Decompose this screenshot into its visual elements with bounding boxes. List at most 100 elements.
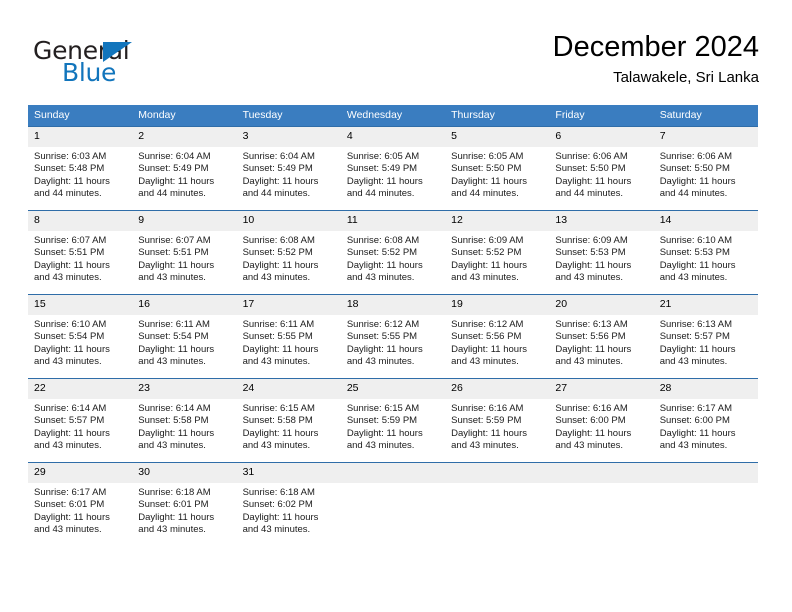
- day-cell-inner: 22 Sunrise: 6:14 AM Sunset: 5:57 PM Dayligh…: [28, 379, 133, 462]
- day-cell-inner: 4 Sunrise: 6:05 AM Sunset: 5:49 PM Daylight…: [340, 127, 446, 210]
- day-details: Sunrise: 6:06 AM Sunset: 5:50 PM Daylight:…: [654, 147, 758, 201]
- calendar-day-cell[interactable]: 24 Sunrise: 6:15 AM Sunset: 5:58 PM Dayligh…: [236, 378, 341, 463]
- sunrise-text: Sunrise: 6:10 AM: [34, 319, 107, 330]
- daylight-text-line1: Daylight: 11 hours: [242, 511, 319, 523]
- daylight-text-line2: and 43 minutes.: [346, 272, 415, 284]
- sunrise-text: Sunrise: 6:15 AM: [346, 403, 420, 414]
- calendar-day-cell[interactable]: 29 Sunrise: 6:17 AM Sunset: 6:01 PM Dayligh…: [28, 462, 133, 546]
- calendar-day-cell[interactable]: 28 Sunrise: 6:17 AM Sunset: 6:00 PM Dayligh…: [653, 378, 758, 463]
- calendar-day-cell[interactable]: 12 Sunrise: 6:09 AM Sunset: 5:52 PM Dayligh…: [445, 210, 550, 295]
- sunrise-text: Sunrise: 6:14 AM: [138, 403, 211, 414]
- sunrise-text: Sunrise: 6:05 AM: [451, 151, 524, 162]
- calendar-body: 1 Sunrise: 6:03 AM Sunset: 5:48 PM Daylight…: [28, 126, 758, 546]
- daylight-text-line2: and 43 minutes.: [34, 272, 102, 284]
- daylight-text-line2: and 43 minutes.: [34, 524, 102, 536]
- sunset-text: Sunset: 5:56 PM: [451, 331, 522, 343]
- day-details: Sunrise: 6:05 AM Sunset: 5:49 PM Daylight:…: [341, 147, 445, 201]
- sunrise-text: Sunrise: 6:04 AM: [138, 151, 211, 162]
- day-number: 23: [132, 379, 237, 399]
- day-number: 2: [132, 127, 237, 147]
- day-cell-inner: [549, 463, 654, 546]
- day-number: 29: [28, 463, 133, 483]
- calendar-day-cell[interactable]: 4 Sunrise: 6:05 AM Sunset: 5:49 PM Daylight…: [340, 126, 446, 211]
- daylight-text-line2: and 43 minutes.: [346, 440, 415, 452]
- sunrise-text: Sunrise: 6:04 AM: [242, 151, 315, 162]
- day-cell-inner: 11 Sunrise: 6:08 AM Sunset: 5:52 PM Dayligh…: [340, 211, 446, 294]
- day-cell-inner: 7 Sunrise: 6:06 AM Sunset: 5:50 PM Daylight…: [653, 127, 758, 210]
- calendar-day-cell[interactable]: 25 Sunrise: 6:15 AM Sunset: 5:59 PM Dayligh…: [340, 378, 446, 463]
- day-details: Sunrise: 6:14 AM Sunset: 5:58 PM Daylight:…: [132, 399, 236, 453]
- day-details: Sunrise: 6:18 AM Sunset: 6:02 PM Daylight:…: [237, 483, 341, 537]
- day-cell-inner: 26 Sunrise: 6:16 AM Sunset: 5:59 PM Dayligh…: [445, 379, 550, 462]
- day-number: 27: [549, 379, 654, 399]
- daylight-text-line1: Daylight: 11 hours: [659, 427, 736, 439]
- calendar-day-cell[interactable]: 8 Sunrise: 6:07 AM Sunset: 5:51 PM Daylight…: [28, 210, 133, 295]
- day-number: 18: [340, 295, 446, 315]
- calendar-day-cell-empty: [445, 462, 550, 546]
- calendar-day-cell[interactable]: 27 Sunrise: 6:16 AM Sunset: 6:00 PM Dayligh…: [549, 378, 654, 463]
- day-details: Sunrise: 6:13 AM Sunset: 5:57 PM Daylight:…: [654, 315, 758, 369]
- calendar-day-cell[interactable]: 14 Sunrise: 6:10 AM Sunset: 5:53 PM Dayligh…: [653, 210, 758, 295]
- calendar-day-cell[interactable]: 9 Sunrise: 6:07 AM Sunset: 5:51 PM Daylight…: [132, 210, 237, 295]
- calendar-day-cell[interactable]: 1 Sunrise: 6:03 AM Sunset: 5:48 PM Daylight…: [28, 126, 133, 211]
- sunset-text: Sunset: 5:51 PM: [34, 247, 105, 259]
- calendar-day-cell[interactable]: 10 Sunrise: 6:08 AM Sunset: 5:52 PM Dayligh…: [236, 210, 341, 295]
- calendar-day-cell[interactable]: 22 Sunrise: 6:14 AM Sunset: 5:57 PM Dayligh…: [28, 378, 133, 463]
- title-block: December 2024 Talawakele, Sri Lanka: [553, 30, 759, 89]
- calendar-day-cell[interactable]: 21 Sunrise: 6:13 AM Sunset: 5:57 PM Dayligh…: [653, 294, 758, 379]
- day-cell-inner: [340, 463, 446, 546]
- calendar-day-cell[interactable]: 13 Sunrise: 6:09 AM Sunset: 5:53 PM Dayligh…: [549, 210, 654, 295]
- calendar-day-cell[interactable]: 11 Sunrise: 6:08 AM Sunset: 5:52 PM Dayligh…: [340, 210, 446, 295]
- sunrise-text: Sunrise: 6:12 AM: [451, 319, 524, 330]
- calendar-day-cell[interactable]: 19 Sunrise: 6:12 AM Sunset: 5:56 PM Dayligh…: [445, 294, 550, 379]
- day-cell-inner: 27 Sunrise: 6:16 AM Sunset: 6:00 PM Dayligh…: [549, 379, 654, 462]
- calendar-day-cell[interactable]: 23 Sunrise: 6:14 AM Sunset: 5:58 PM Dayligh…: [132, 378, 237, 463]
- daylight-text-line2: and 43 minutes.: [138, 524, 206, 536]
- sunset-text: Sunset: 5:58 PM: [242, 415, 313, 427]
- daylight-text-line2: and 43 minutes.: [346, 356, 415, 368]
- sunset-text: Sunset: 5:53 PM: [555, 247, 626, 259]
- calendar-day-cell[interactable]: 6 Sunrise: 6:06 AM Sunset: 5:50 PM Daylight…: [549, 126, 654, 211]
- calendar-day-cell[interactable]: 31 Sunrise: 6:18 AM Sunset: 6:02 PM Dayligh…: [236, 462, 341, 546]
- calendar-week-row: 15 Sunrise: 6:10 AM Sunset: 5:54 PM Dayligh…: [28, 294, 758, 379]
- sunset-text: Sunset: 5:49 PM: [242, 163, 313, 175]
- daylight-text-line1: Daylight: 11 hours: [138, 343, 215, 355]
- sunset-text: Sunset: 6:01 PM: [34, 499, 105, 511]
- day-number: 5: [445, 127, 550, 147]
- daylight-text-line2: and 43 minutes.: [34, 440, 102, 452]
- day-details: Sunrise: 6:12 AM Sunset: 5:56 PM Daylight:…: [445, 315, 549, 369]
- day-details: Sunrise: 6:09 AM Sunset: 5:53 PM Daylight:…: [549, 231, 653, 285]
- day-cell-inner: 31 Sunrise: 6:18 AM Sunset: 6:02 PM Dayligh…: [236, 463, 341, 546]
- sunrise-text: Sunrise: 6:06 AM: [555, 151, 628, 162]
- calendar-day-cell[interactable]: 5 Sunrise: 6:05 AM Sunset: 5:50 PM Daylight…: [445, 126, 550, 211]
- weekday-header-friday: Friday: [549, 105, 654, 127]
- daylight-text-line1: Daylight: 11 hours: [34, 343, 110, 355]
- daylight-text-line2: and 43 minutes.: [555, 356, 624, 368]
- sunrise-text: Sunrise: 6:08 AM: [346, 235, 420, 246]
- calendar-day-cell[interactable]: 3 Sunrise: 6:04 AM Sunset: 5:49 PM Daylight…: [236, 126, 341, 211]
- daylight-text-line1: Daylight: 11 hours: [34, 175, 110, 187]
- day-cell-inner: 13 Sunrise: 6:09 AM Sunset: 5:53 PM Dayligh…: [549, 211, 654, 294]
- calendar-day-cell[interactable]: 20 Sunrise: 6:13 AM Sunset: 5:56 PM Dayligh…: [549, 294, 654, 379]
- daylight-text-line1: Daylight: 11 hours: [242, 175, 319, 187]
- daylight-text-line2: and 44 minutes.: [242, 188, 311, 200]
- day-details: Sunrise: 6:05 AM Sunset: 5:50 PM Daylight:…: [445, 147, 549, 201]
- daylight-text-line1: Daylight: 11 hours: [451, 259, 527, 271]
- day-details: Sunrise: 6:15 AM Sunset: 5:58 PM Daylight:…: [237, 399, 341, 453]
- day-cell-inner: 24 Sunrise: 6:15 AM Sunset: 5:58 PM Dayligh…: [236, 379, 341, 462]
- calendar-day-cell[interactable]: 2 Sunrise: 6:04 AM Sunset: 5:49 PM Daylight…: [132, 126, 237, 211]
- calendar-day-cell[interactable]: 17 Sunrise: 6:11 AM Sunset: 5:55 PM Dayligh…: [236, 294, 341, 379]
- calendar-day-cell[interactable]: 26 Sunrise: 6:16 AM Sunset: 5:59 PM Dayligh…: [445, 378, 550, 463]
- calendar-day-cell[interactable]: 15 Sunrise: 6:10 AM Sunset: 5:54 PM Dayligh…: [28, 294, 133, 379]
- calendar-day-cell[interactable]: 18 Sunrise: 6:12 AM Sunset: 5:55 PM Dayligh…: [340, 294, 446, 379]
- sunrise-text: Sunrise: 6:10 AM: [659, 235, 733, 246]
- calendar-day-cell[interactable]: 30 Sunrise: 6:18 AM Sunset: 6:01 PM Dayligh…: [132, 462, 237, 546]
- calendar-day-cell[interactable]: 16 Sunrise: 6:11 AM Sunset: 5:54 PM Dayligh…: [132, 294, 237, 379]
- day-cell-inner: 2 Sunrise: 6:04 AM Sunset: 5:49 PM Daylight…: [132, 127, 237, 210]
- calendar-day-cell[interactable]: 7 Sunrise: 6:06 AM Sunset: 5:50 PM Daylight…: [653, 126, 758, 211]
- daylight-text-line2: and 43 minutes.: [34, 356, 102, 368]
- daylight-text-line1: Daylight: 11 hours: [346, 175, 423, 187]
- day-number: 4: [340, 127, 446, 147]
- sunset-text: Sunset: 5:49 PM: [138, 163, 209, 175]
- daylight-text-line1: Daylight: 11 hours: [346, 343, 423, 355]
